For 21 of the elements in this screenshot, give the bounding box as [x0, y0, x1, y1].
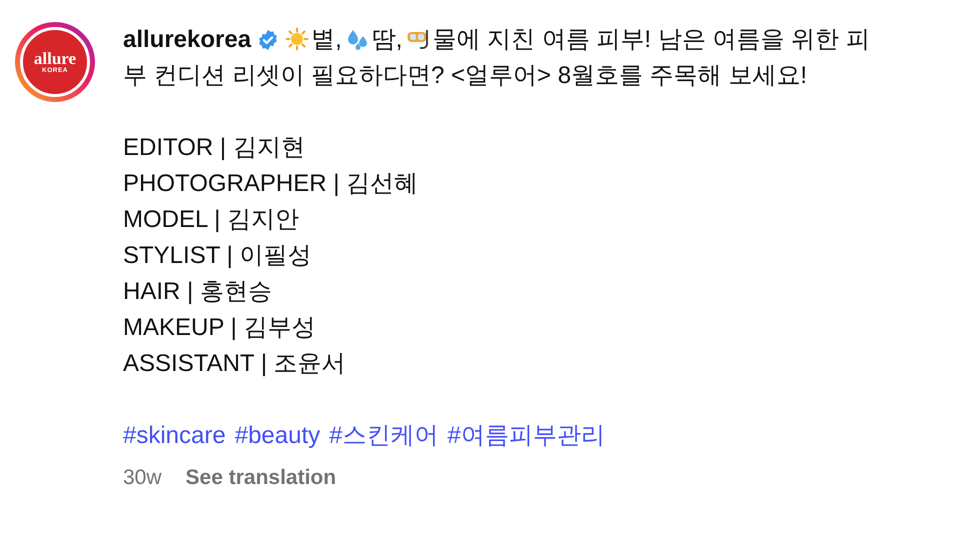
caption-text: 볕, — [311, 26, 342, 53]
credit-line: MODEL | 김지안 — [123, 205, 300, 235]
credit-line: ASSISTANT | 조윤서 — [123, 349, 347, 379]
hashtag-link[interactable]: #여름피부관리 — [447, 418, 605, 454]
hashtag-link[interactable]: #skincare — [123, 418, 226, 454]
credit-line: PHOTOGRAPHER | 김선혜 — [123, 169, 420, 199]
username-link[interactable]: allurekorea — [123, 26, 252, 53]
credit-line: HAIR | 홍현승 — [123, 277, 273, 307]
hashtag-link[interactable]: #beauty — [234, 418, 320, 454]
diving-mask-icon — [406, 27, 430, 51]
credit-line: EDITOR | 김지현 — [123, 133, 306, 163]
sun-icon — [285, 27, 310, 51]
avatar-logo-text: allure — [34, 50, 76, 66]
post-age: 30w — [123, 465, 162, 491]
caption-text: 부 컨디션 리셋이 필요하다면? <얼루어> 8월호를 주목해 보세요! — [123, 61, 808, 91]
credit-line: STYLIST | 이필성 — [123, 241, 312, 271]
see-translation-button[interactable]: See translation — [186, 460, 336, 496]
hashtag-link[interactable]: #스킨케어 — [329, 418, 438, 454]
caption-text: 물에 지친 여름 피부! 남은 여름을 위한 피 — [432, 26, 870, 53]
caption-text: 땀, — [372, 26, 402, 53]
credit-line: MAKEUP | 김부성 — [123, 313, 316, 343]
